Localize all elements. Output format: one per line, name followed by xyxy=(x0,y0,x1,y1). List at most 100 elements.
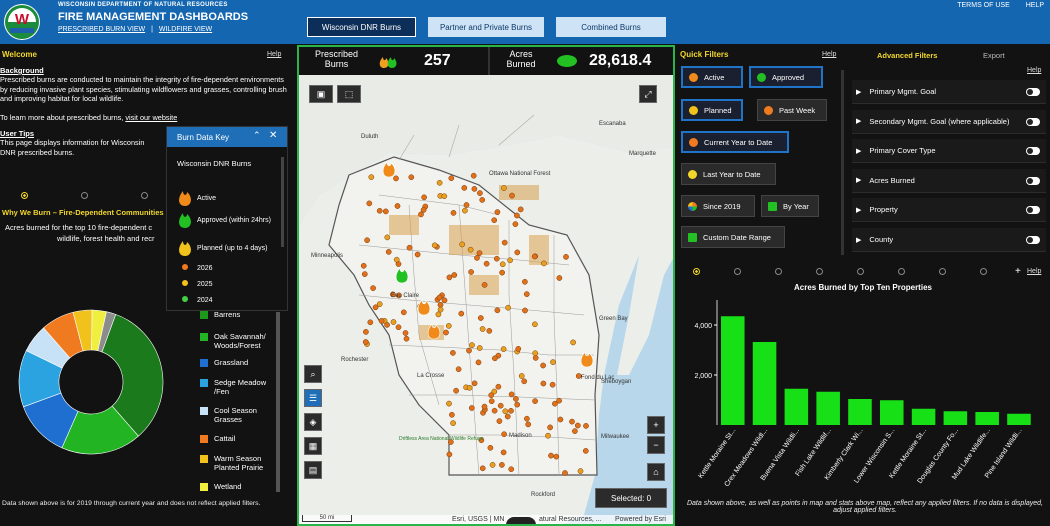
burn-point[interactable] xyxy=(491,407,498,414)
burn-point[interactable] xyxy=(366,200,373,207)
burn-point[interactable] xyxy=(437,302,444,308)
burn-point[interactable] xyxy=(459,241,466,248)
burn-point[interactable] xyxy=(481,403,488,410)
burn-point[interactable] xyxy=(574,422,581,429)
burn-point[interactable] xyxy=(512,221,519,227)
burn-point[interactable] xyxy=(443,329,449,336)
custom-date-range-button[interactable]: Custom Date Range xyxy=(681,226,785,248)
wisconsin-dnr-burns-button[interactable]: Wisconsin DNR Burns xyxy=(307,17,416,37)
burn-point[interactable] xyxy=(376,301,383,307)
property-bar[interactable] xyxy=(911,408,936,425)
chart-carousel-dot[interactable] xyxy=(693,268,700,275)
burn-point[interactable] xyxy=(531,253,538,260)
burn-point[interactable] xyxy=(479,326,486,332)
advanced-filter-row[interactable]: ▶ Property xyxy=(852,198,1046,223)
property-bar[interactable] xyxy=(848,399,872,425)
advanced-filter-row[interactable]: ▶ County xyxy=(852,228,1046,252)
burn-point[interactable] xyxy=(362,339,369,345)
prescribed-burn-view-link[interactable]: PRESCRIBED BURN VIEW xyxy=(58,26,145,33)
expand-arrow-icon[interactable]: ▶ xyxy=(856,176,861,184)
burn-point[interactable] xyxy=(368,174,375,180)
community-legend-item[interactable]: Sedge Meadow /Fen xyxy=(200,378,280,396)
burn-point[interactable] xyxy=(474,255,480,261)
planned-filter-button[interactable]: Planned xyxy=(681,99,743,121)
burn-point[interactable] xyxy=(445,323,452,329)
advanced-help-link[interactable]: Help xyxy=(1027,67,1041,74)
burn-point[interactable] xyxy=(508,407,514,414)
burn-point[interactable] xyxy=(448,175,455,182)
current-year-filter-button[interactable]: Current Year to Date xyxy=(681,131,789,153)
burn-point[interactable] xyxy=(494,209,501,215)
advanced-filter-row[interactable]: ▶ Acres Burned xyxy=(852,168,1046,193)
advanced-filter-row[interactable]: ▶ Secondary Mgmt. Goal (where applicable) xyxy=(852,109,1046,134)
burn-point[interactable] xyxy=(370,285,376,291)
burn-point[interactable] xyxy=(466,347,472,354)
burn-point[interactable] xyxy=(532,398,538,404)
carousel-dot-1[interactable] xyxy=(21,192,28,199)
carousel-dot-3[interactable] xyxy=(141,192,148,199)
filter-toggle[interactable] xyxy=(1026,176,1040,185)
expand-tab-icon[interactable] xyxy=(506,517,536,524)
burn-point[interactable] xyxy=(517,206,524,213)
burn-point[interactable] xyxy=(458,310,465,317)
burn-point[interactable] xyxy=(501,431,507,438)
burn-point[interactable] xyxy=(556,397,562,404)
burn-point[interactable] xyxy=(582,448,589,454)
burn-point[interactable] xyxy=(569,418,575,425)
selected-count-button[interactable]: Selected: 0 xyxy=(595,488,667,508)
map-canvas[interactable]: Duluth Marquette Ottawa National Forest Min… xyxy=(299,75,675,526)
burn-point[interactable] xyxy=(360,262,367,269)
burn-point[interactable] xyxy=(500,449,507,456)
burn-point[interactable] xyxy=(395,324,402,331)
burn-point[interactable] xyxy=(467,246,474,253)
burn-point[interactable] xyxy=(493,255,500,262)
burn-point[interactable] xyxy=(505,304,511,311)
expand-arrow-icon[interactable]: ▶ xyxy=(856,88,861,96)
map-clear-selection-button[interactable]: ⬚ xyxy=(337,85,361,103)
community-legend-item[interactable]: Oak Savannah/ Woods/Forest xyxy=(200,332,280,350)
burn-point[interactable] xyxy=(441,193,448,200)
property-bar[interactable] xyxy=(975,412,999,425)
chart-carousel-dot[interactable] xyxy=(816,268,823,275)
burn-point[interactable] xyxy=(577,468,584,474)
burn-point[interactable] xyxy=(384,322,390,328)
burn-point[interactable] xyxy=(508,466,515,473)
burn-point[interactable] xyxy=(502,408,509,415)
home-icon[interactable]: ⌂ xyxy=(647,463,665,481)
filter-toggle[interactable] xyxy=(1026,147,1040,156)
chart-carousel-dot[interactable] xyxy=(734,268,741,275)
search-icon[interactable]: ⌕ xyxy=(304,365,322,383)
burn-point[interactable] xyxy=(504,413,511,420)
burn-point[interactable] xyxy=(550,359,556,365)
burn-point[interactable] xyxy=(475,359,482,366)
legend-list-icon[interactable]: ☰ xyxy=(304,389,322,407)
burn-point[interactable] xyxy=(514,401,521,408)
burn-point[interactable] xyxy=(487,444,494,451)
burn-point[interactable] xyxy=(499,269,505,276)
burn-point[interactable] xyxy=(541,260,547,267)
burn-point[interactable] xyxy=(479,465,486,472)
advanced-filter-row[interactable]: ▶ Primary Cover Type xyxy=(852,139,1046,164)
property-bar[interactable] xyxy=(880,400,904,425)
burn-point[interactable] xyxy=(562,470,568,476)
visit-website-link[interactable]: visit our website xyxy=(125,113,177,122)
community-legend-item[interactable]: Grassland xyxy=(200,358,280,367)
burn-point[interactable] xyxy=(450,350,456,356)
burn-point[interactable] xyxy=(450,210,457,216)
burn-point[interactable] xyxy=(507,257,513,264)
burn-point[interactable] xyxy=(402,330,409,336)
burn-point[interactable] xyxy=(461,185,468,191)
burn-point[interactable] xyxy=(499,261,506,268)
table-icon[interactable]: ▤ xyxy=(304,461,322,479)
burn-point[interactable] xyxy=(515,345,522,352)
burn-point[interactable] xyxy=(548,452,554,459)
burn-point[interactable] xyxy=(463,202,470,208)
burn-point[interactable] xyxy=(509,192,515,199)
help-link[interactable]: HELP xyxy=(1026,2,1044,9)
burn-point[interactable] xyxy=(547,424,553,431)
community-legend-item[interactable]: Cool Season Grasses xyxy=(200,406,280,424)
burn-point[interactable] xyxy=(406,244,413,251)
partner-private-burns-button[interactable]: Partner and Private Burns xyxy=(428,17,544,37)
burn-point[interactable] xyxy=(483,260,490,267)
burn-point[interactable] xyxy=(420,207,427,213)
